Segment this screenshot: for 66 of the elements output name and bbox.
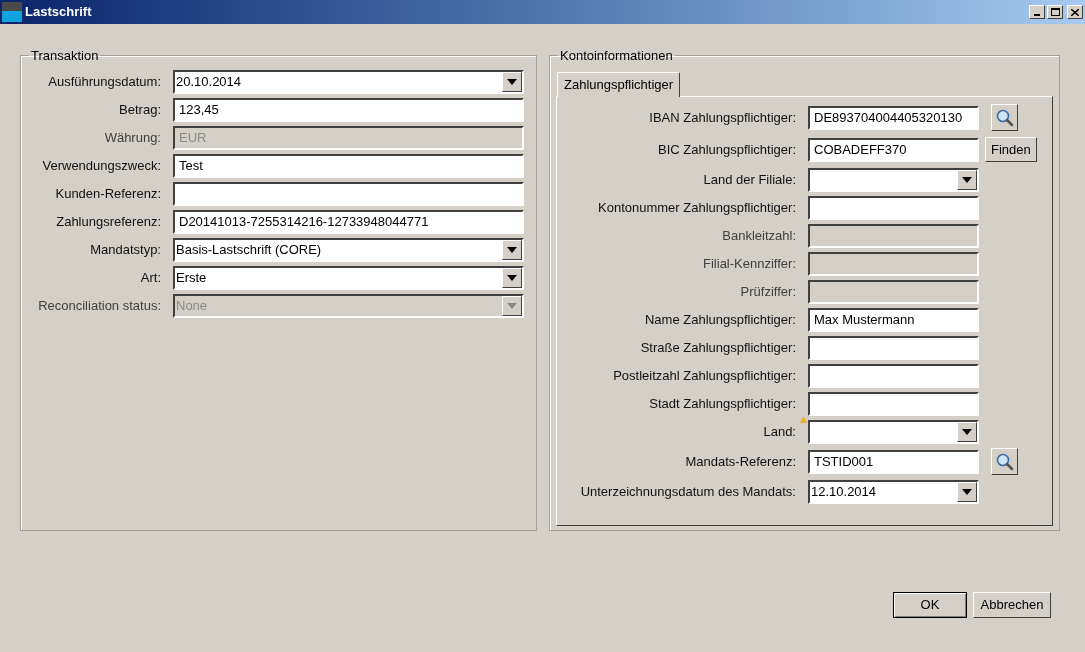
dropdown-arrow-icon xyxy=(962,488,972,495)
dropdown-arrow-icon xyxy=(507,274,517,281)
dropdown[interactable]: Erste xyxy=(173,265,524,290)
field-label: Kunden-Referenz: xyxy=(54,184,162,203)
field-label: Bankleitzahl: xyxy=(721,226,797,245)
dropdown-arrow-icon xyxy=(962,428,972,435)
dropdown[interactable]: Basis-Lastschrift (CORE) xyxy=(173,237,524,262)
dropdown[interactable]: 12.10.2014 xyxy=(808,479,979,504)
dropdown[interactable]: 20.10.2014 xyxy=(173,69,524,94)
field-label: Ausführungsdatum: xyxy=(47,72,162,91)
ok-button[interactable]: OK xyxy=(893,592,967,618)
maximize-button[interactable] xyxy=(1047,5,1063,19)
search-icon xyxy=(995,452,1014,471)
input-field[interactable] xyxy=(808,391,979,416)
input-field[interactable]: DE893704004405320130 xyxy=(808,105,979,130)
close-button[interactable] xyxy=(1067,5,1083,19)
field-label: Art: xyxy=(139,268,162,287)
minimize-icon xyxy=(1034,14,1040,16)
field-label: Mandatstyp: xyxy=(89,240,162,259)
input-field[interactable]: Test xyxy=(173,153,524,178)
input-field[interactable] xyxy=(808,335,979,360)
field-label: BIC Zahlungspflichtiger: xyxy=(657,140,797,159)
field-label: Mandats-Referenz: xyxy=(684,452,797,471)
input-field[interactable]: 123,45 xyxy=(173,97,524,122)
field-label: Kontonummer Zahlungspflichtiger: xyxy=(597,198,797,217)
field-label: Land: xyxy=(762,422,797,441)
input-field[interactable] xyxy=(808,195,979,220)
group-title: Kontoinformationen xyxy=(559,47,674,65)
field-label: Betrag: xyxy=(118,100,162,119)
field-label: Währung: xyxy=(103,128,162,147)
field-label: Name Zahlungspflichtiger: xyxy=(643,310,797,329)
search-icon xyxy=(995,108,1014,127)
dropdown-arrow-icon xyxy=(507,246,517,253)
input-field[interactable]: Max Mustermann xyxy=(808,307,979,332)
maximize-icon xyxy=(1050,8,1060,16)
dropdown-arrow-icon xyxy=(962,176,972,183)
dropdown[interactable] xyxy=(808,167,979,192)
input-field[interactable]: D20141013-7255314216-12733948044771 xyxy=(173,209,524,234)
field-label: Verwendungszweck: xyxy=(41,156,162,175)
minimize-button[interactable] xyxy=(1029,5,1045,19)
field-label: Filial-Kennziffer: xyxy=(702,254,797,273)
field-label: Stadt Zahlungspflichtiger: xyxy=(648,394,797,413)
cancel-button[interactable]: Abbrechen xyxy=(973,592,1051,618)
close-icon xyxy=(1071,8,1079,16)
field-label: IBAN Zahlungspflichtiger: xyxy=(648,108,797,127)
field-label: Straße Zahlungspflichtiger: xyxy=(639,338,797,357)
find-button[interactable]: Finden xyxy=(985,137,1037,162)
tab[interactable]: Zahlungspflichtiger xyxy=(557,71,681,97)
field-label: Land der Filiale: xyxy=(702,170,797,189)
window-title: Lastschrift xyxy=(25,3,92,22)
input-field[interactable]: COBADEFF370 xyxy=(808,137,979,162)
input-field[interactable] xyxy=(173,181,524,206)
group-title: Transaktion xyxy=(30,47,100,65)
input-field[interactable] xyxy=(808,363,979,388)
field-label: Prüfziffer: xyxy=(739,282,797,301)
app-icon xyxy=(2,2,22,22)
dropdown[interactable] xyxy=(808,419,979,444)
field-label: Unterzeichnungsdatum des Mandats: xyxy=(579,482,797,501)
dropdown-arrow-icon xyxy=(507,302,517,309)
dropdown-arrow-icon xyxy=(507,78,517,85)
field-label: Zahlungsreferenz: xyxy=(55,212,162,231)
field-label: Reconciliation status: xyxy=(37,296,162,315)
input-field[interactable]: TSTID001 xyxy=(808,449,979,474)
search-button[interactable] xyxy=(991,104,1018,131)
field-label: Postleitzahl Zahlungspflichtiger: xyxy=(612,366,797,385)
search-button[interactable] xyxy=(991,448,1018,475)
